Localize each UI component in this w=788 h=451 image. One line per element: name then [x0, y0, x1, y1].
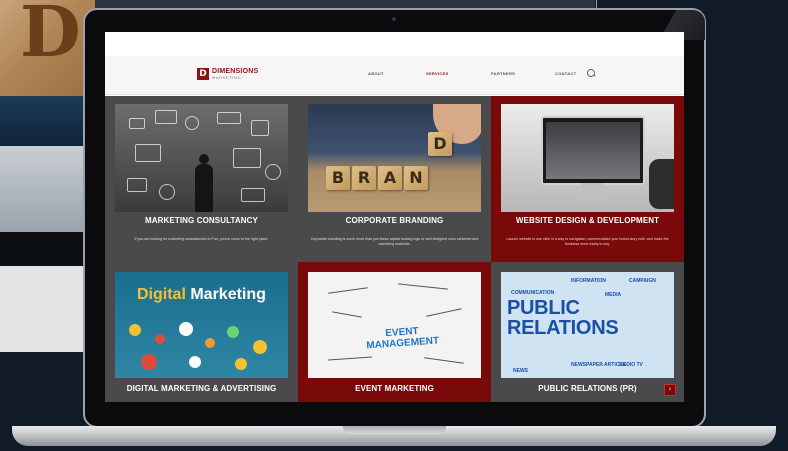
- nav-contact[interactable]: CONTACT: [555, 71, 576, 76]
- logo-mark: D: [197, 68, 209, 80]
- site-header: D DIMENSIONS MARKETING ABOUT SERVICES PA…: [105, 56, 684, 95]
- laptop-notch: [343, 426, 446, 434]
- digital-marketing-image: Digital Marketing: [115, 272, 288, 378]
- marketing-consultancy-image: [115, 104, 288, 212]
- nav-partners[interactable]: PARTNERS: [491, 71, 515, 76]
- monitor-image: [541, 116, 645, 185]
- camera-icon: [392, 17, 396, 21]
- search-icon[interactable]: [587, 69, 595, 77]
- brand-block-b: B: [326, 166, 350, 190]
- service-card-corporate-branding[interactable]: D B R A N CORPORATE BRANDING Corporate b…: [298, 96, 491, 262]
- service-title-digital-marketing: DIGITAL MARKETING & ADVERTISING: [126, 384, 277, 393]
- site-logo[interactable]: D DIMENSIONS MARKETING: [197, 68, 258, 80]
- public-relations-image: INFORMATION CAMPAIGN COMMUNICATION MEDIA…: [501, 272, 674, 378]
- event-marketing-image: EVENT MANAGEMENT: [308, 272, 481, 378]
- service-card-public-relations[interactable]: INFORMATION CAMPAIGN COMMUNICATION MEDIA…: [491, 262, 684, 402]
- service-title-event-marketing: EVENT MARKETING: [355, 384, 434, 393]
- background-shelf: [0, 96, 95, 146]
- background-white-panel: [0, 266, 95, 352]
- service-desc-marketing-consultancy: If you are looking for marketing consult…: [134, 237, 269, 241]
- person-icon: [199, 154, 209, 164]
- background-blur: [0, 146, 95, 232]
- service-title-public-relations: PUBLIC RELATIONS (PR): [538, 384, 637, 393]
- services-grid: MARKETING CONSULTANCY If you are looking…: [105, 96, 684, 402]
- nav-services[interactable]: SERVICES: [426, 71, 449, 76]
- person-silhouette: [195, 164, 213, 212]
- brand-block-n: N: [404, 166, 428, 190]
- background-dark-band: [0, 232, 95, 266]
- logo-text: DIMENSIONS MARKETING: [212, 68, 258, 80]
- digital-marketing-heading: Digital Marketing: [137, 286, 266, 303]
- scroll-next-button[interactable]: ›: [664, 384, 676, 396]
- website-screen: D DIMENSIONS MARKETING ABOUT SERVICES PA…: [105, 32, 684, 402]
- service-card-marketing-consultancy[interactable]: MARKETING CONSULTANCY If you are looking…: [105, 96, 298, 262]
- service-title-marketing-consultancy: MARKETING CONSULTANCY: [145, 216, 258, 225]
- monitor-stand: [581, 183, 603, 201]
- logo-subtitle: MARKETING: [212, 75, 242, 80]
- service-title-corporate-branding: CORPORATE BRANDING: [345, 216, 444, 225]
- service-desc-corporate-branding: Corporate branding is much more than jus…: [310, 237, 479, 247]
- brand-block-r: R: [352, 166, 376, 190]
- nav-about[interactable]: ABOUT: [368, 71, 384, 76]
- corporate-branding-image: D B R A N: [308, 104, 481, 212]
- background-photo-wood: D: [0, 0, 95, 96]
- service-card-digital-marketing[interactable]: Digital Marketing DIGITAL MARKETING & AD…: [105, 262, 298, 402]
- brand-block-d: D: [428, 132, 452, 156]
- brand-block-a: A: [378, 166, 402, 190]
- public-relations-text: PUBLIC RELATIONS: [507, 297, 619, 340]
- event-management-text: EVENT MANAGEMENT: [366, 325, 440, 352]
- background-letter-d: D: [20, 0, 81, 73]
- service-card-event-marketing[interactable]: EVENT MANAGEMENT EVENT MARKETING: [298, 262, 491, 402]
- website-design-image: [501, 104, 674, 212]
- service-desc-website-design: Launch website is one click in a way to …: [506, 237, 669, 247]
- person-arm: [649, 159, 674, 209]
- service-card-website-design[interactable]: WEBSITE DESIGN & DEVELOPMENT Launch webs…: [491, 96, 684, 262]
- service-title-website-design: WEBSITE DESIGN & DEVELOPMENT: [515, 216, 660, 225]
- logo-word: DIMENSIONS: [212, 68, 259, 75]
